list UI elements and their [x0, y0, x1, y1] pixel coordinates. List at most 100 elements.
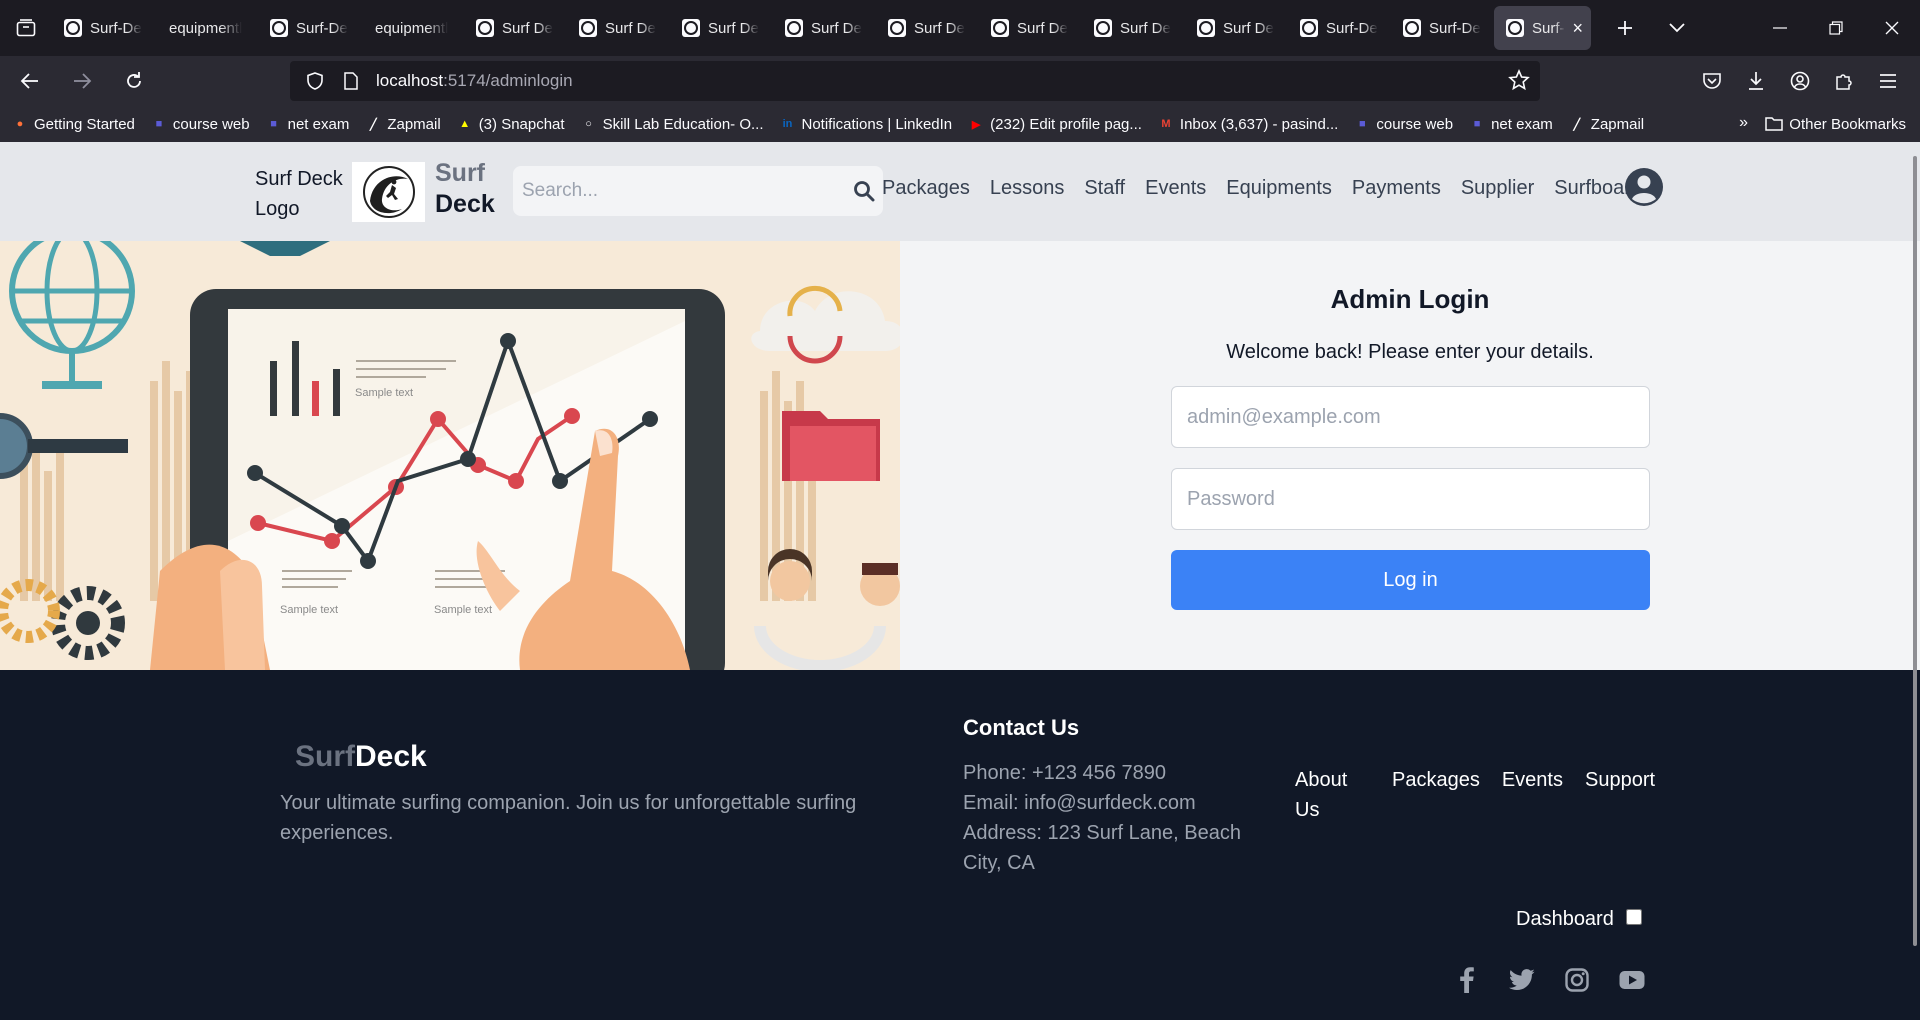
- page-icon[interactable]: [340, 72, 362, 90]
- sample-text-label: Sample text: [355, 387, 413, 399]
- gmail-icon: M: [1161, 118, 1171, 130]
- bookmark-item[interactable]: ▶ (232) Edit profile pag...: [968, 116, 1142, 133]
- download-icon: [1749, 72, 1763, 90]
- search-icon[interactable]: [853, 180, 875, 207]
- footer-link-packages[interactable]: Packages: [1392, 765, 1480, 825]
- url-path: :5174/adminlogin: [443, 71, 573, 90]
- browser-tab[interactable]: Surf De: [1185, 6, 1288, 50]
- bookmark-label: Zapmail: [1590, 115, 1645, 133]
- browser-tab[interactable]: equipmentl: [361, 6, 464, 50]
- bookmark-label: (232) Edit profile pag...: [990, 115, 1142, 133]
- bookmark-label: course web: [1376, 115, 1454, 133]
- nav-link-packages[interactable]: Packages: [882, 177, 970, 200]
- account-button[interactable]: [1778, 59, 1822, 103]
- address-bar[interactable]: localhost:5174/adminlogin: [290, 61, 1540, 101]
- user-profile-icon[interactable]: [1624, 167, 1664, 207]
- new-tab-button[interactable]: [1599, 0, 1651, 56]
- nav-link-supplier[interactable]: Supplier: [1461, 177, 1534, 200]
- logo-alt-text[interactable]: Surf Deck Logo: [255, 164, 345, 224]
- bookmark-label: Zapmail: [387, 115, 441, 133]
- back-button[interactable]: [8, 59, 52, 103]
- extensions-button[interactable]: [1822, 59, 1866, 103]
- list-all-tabs-button[interactable]: [1651, 0, 1703, 56]
- dashboard-checkbox[interactable]: [1625, 908, 1642, 925]
- restore-button[interactable]: [1808, 0, 1864, 56]
- browser-tab[interactable]: Surf De: [464, 6, 567, 50]
- bookmark-item[interactable]: ▲ (3) Snapchat: [457, 116, 564, 133]
- browser-tab[interactable]: Surf De: [773, 6, 876, 50]
- nav-link-equipments[interactable]: Equipments: [1226, 177, 1332, 200]
- social-links: [1450, 963, 1670, 997]
- browser-tab[interactable]: Surf De: [670, 6, 773, 50]
- browser-tab[interactable]: Surf De: [876, 6, 979, 50]
- menu-button[interactable]: [1866, 59, 1910, 103]
- downloads-button[interactable]: [1734, 59, 1778, 103]
- search-input[interactable]: [513, 180, 833, 202]
- browser-tab[interactable]: Surf-De: [52, 6, 155, 50]
- logo-wordmark[interactable]: Surf Deck: [435, 158, 495, 220]
- forward-button[interactable]: [60, 59, 104, 103]
- pocket-button[interactable]: [1690, 59, 1734, 103]
- email-field[interactable]: [1171, 386, 1650, 448]
- bookmark-item[interactable]: in Notifications | LinkedIn: [780, 116, 953, 133]
- bookmark-star-icon[interactable]: [1508, 68, 1530, 96]
- close-tab-icon[interactable]: ×: [1572, 18, 1583, 39]
- surfdeck-favicon-icon: [1506, 19, 1524, 37]
- linkedin-icon: in: [782, 118, 793, 130]
- tab-strip: Surf-De equipmentl Surf-De equipmentl Surf D…: [52, 0, 1591, 56]
- nav-link-events[interactable]: Events: [1145, 177, 1206, 200]
- instagram-icon[interactable]: [1560, 963, 1594, 997]
- contact-address: Address: 123 Surf Lane, Beach City, CA: [963, 822, 1241, 874]
- footer-link-events[interactable]: Events: [1502, 765, 1563, 825]
- password-field[interactable]: [1171, 468, 1650, 530]
- hamburger-menu-icon: [1880, 74, 1896, 88]
- facebook-icon[interactable]: [1450, 963, 1484, 997]
- surfdeck-favicon-icon: [64, 19, 82, 37]
- browser-tab-active[interactable]: Surf- ×: [1494, 6, 1591, 50]
- url-text[interactable]: localhost:5174/adminlogin: [376, 71, 573, 91]
- browser-tab[interactable]: equipmentl: [155, 6, 258, 50]
- youtube-icon[interactable]: [1615, 963, 1649, 997]
- bookmark-item[interactable]: ■ net exam: [266, 115, 350, 133]
- university-icon: ■: [155, 118, 163, 130]
- minimize-button[interactable]: [1752, 0, 1808, 56]
- bookmark-item[interactable]: ╱ Zapmail: [365, 115, 441, 133]
- tab-list-button[interactable]: [0, 0, 52, 56]
- surfdeck-logo-image[interactable]: [352, 162, 425, 222]
- tracking-protection-shield-icon[interactable]: [304, 72, 326, 90]
- login-button[interactable]: Log in: [1171, 550, 1650, 610]
- bookmark-label: net exam: [287, 115, 350, 133]
- bookmark-item[interactable]: ● Getting Started: [12, 116, 135, 133]
- bookmark-item[interactable]: ○ Skill Lab Education- O...: [581, 116, 763, 133]
- sample-text-label: Sample text: [280, 604, 338, 616]
- surfdeck-favicon-icon: [888, 19, 906, 37]
- footer-link-support[interactable]: Support: [1585, 765, 1655, 825]
- bookmark-item[interactable]: ■ course web: [1354, 116, 1453, 133]
- browser-tab[interactable]: Surf De: [567, 6, 670, 50]
- other-bookmarks-folder[interactable]: Other Bookmarks: [1765, 106, 1906, 142]
- bookmark-item[interactable]: M Inbox (3,637) - pasind...: [1158, 116, 1338, 133]
- close-window-button[interactable]: [1864, 0, 1920, 56]
- bookmark-item[interactable]: ╱ Zapmail: [1569, 116, 1644, 133]
- nav-link-staff[interactable]: Staff: [1084, 177, 1125, 200]
- account-icon: [1790, 71, 1810, 91]
- nav-link-lessons[interactable]: Lessons: [990, 177, 1065, 200]
- bookmark-item[interactable]: ■ course web: [151, 116, 250, 133]
- browser-tab[interactable]: Surf De: [979, 6, 1082, 50]
- browser-tab[interactable]: Surf-De: [1391, 6, 1494, 50]
- scrollbar-thumb[interactable]: [1913, 156, 1917, 946]
- footer-link-about-us[interactable]: About Us: [1295, 765, 1370, 825]
- bookmark-item[interactable]: ■ net exam: [1469, 116, 1553, 133]
- nav-link-payments[interactable]: Payments: [1352, 177, 1441, 200]
- tab-label: Surf De: [914, 19, 965, 37]
- browser-tab[interactable]: Surf-De: [258, 6, 361, 50]
- bookmarks-overflow-chevron-icon[interactable]: »: [1739, 114, 1748, 132]
- browser-tab[interactable]: Surf-De: [1288, 6, 1391, 50]
- logo-word-deck: Deck: [435, 190, 495, 218]
- twitter-icon[interactable]: [1505, 963, 1539, 997]
- page-scrollbar[interactable]: [1912, 142, 1920, 1020]
- browser-tab[interactable]: Surf De: [1082, 6, 1185, 50]
- bookmark-label: Inbox (3,637) - pasind...: [1179, 115, 1339, 133]
- surfdeck-favicon-icon: [1300, 19, 1318, 37]
- reload-button[interactable]: [112, 59, 156, 103]
